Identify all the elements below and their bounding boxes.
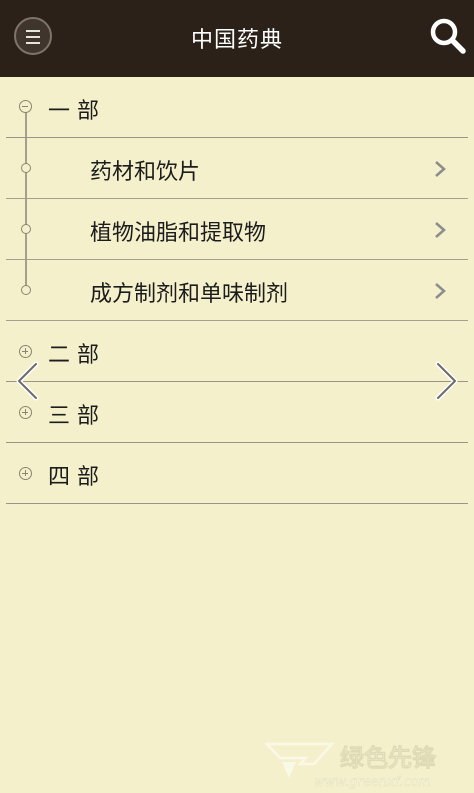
- section-row[interactable]: 四 部: [6, 443, 468, 504]
- chevron-right-icon: [435, 161, 446, 177]
- expand-icon: [19, 345, 32, 358]
- subsection-label: 植物油脂和提取物: [90, 221, 267, 246]
- watermark-url: www.greenxf.com: [314, 775, 431, 790]
- page-title: 中国药典: [190, 28, 283, 53]
- chevron-right-icon: [435, 283, 446, 299]
- subsection-row[interactable]: 植物油脂和提取物: [6, 199, 468, 260]
- collapse-icon: [19, 100, 32, 113]
- subsection-label: 药材和饮片: [90, 160, 201, 185]
- watermark-text: 绿色先锋: [340, 744, 437, 772]
- next-page-arrow-icon[interactable]: [432, 360, 462, 402]
- section-label: 三 部: [48, 404, 99, 429]
- subsection-row[interactable]: 药材和饮片: [6, 138, 468, 199]
- chevron-right-icon: [435, 222, 446, 238]
- tree-node-icon: [21, 163, 31, 173]
- app-header: 中国药典: [0, 0, 474, 77]
- section-label: 一 部: [48, 99, 99, 124]
- previous-page-arrow-icon[interactable]: [12, 360, 42, 402]
- expand-icon: [19, 467, 32, 480]
- section-row[interactable]: 三 部: [6, 382, 468, 443]
- section-row[interactable]: 一 部: [6, 77, 468, 138]
- tree-node-icon: [21, 285, 31, 295]
- section-label: 二 部: [48, 343, 99, 368]
- watermark-logo: 绿色先锋 www.greenxf.com: [264, 742, 437, 790]
- section-row[interactable]: 二 部: [6, 321, 468, 382]
- expand-icon: [19, 406, 32, 419]
- section-label: 四 部: [48, 465, 99, 490]
- tree-node-icon: [21, 224, 31, 234]
- subsection-row[interactable]: 成方制剂和单味制剂: [6, 260, 468, 321]
- search-icon[interactable]: [428, 16, 468, 56]
- subsection-label: 成方制剂和单味制剂: [90, 282, 289, 307]
